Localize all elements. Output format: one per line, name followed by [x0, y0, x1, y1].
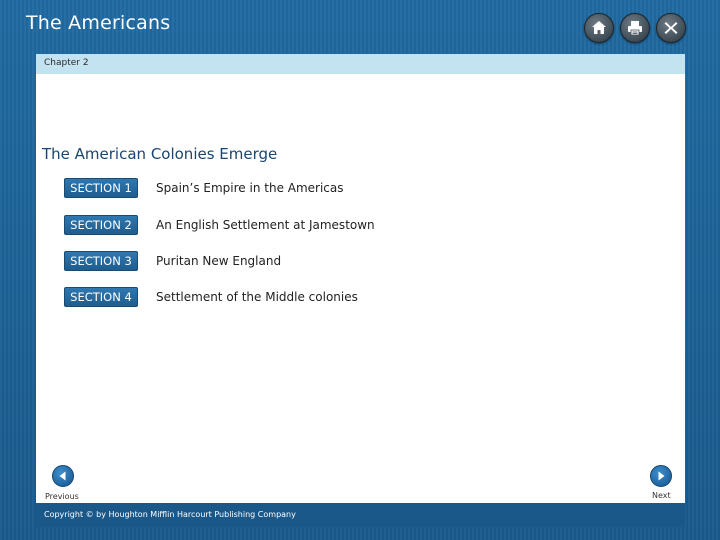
arrow-left-icon: [59, 471, 66, 481]
page-title: The American Colonies Emerge: [42, 145, 278, 163]
home-icon: [592, 21, 606, 34]
section-row-1: SECTION 1 Spain’s Empire in the Americas: [64, 178, 344, 198]
footer-bar: Copyright © by Houghton Mifflin Harcourt…: [36, 503, 685, 527]
section-3-button[interactable]: SECTION 3: [64, 251, 138, 271]
arrow-right-icon: [658, 471, 665, 481]
section-2-button[interactable]: SECTION 2: [64, 215, 138, 235]
section-2-title[interactable]: An English Settlement at Jamestown: [156, 218, 375, 232]
next-label[interactable]: Next: [652, 491, 671, 500]
next-button[interactable]: [650, 465, 672, 487]
content-panel: The American Colonies Emerge SECTION 1 S…: [36, 74, 685, 503]
chapter-bar: Chapter 2: [36, 54, 685, 74]
copyright-text: Copyright © by Houghton Mifflin Harcourt…: [44, 510, 296, 519]
section-4-button[interactable]: SECTION 4: [64, 287, 138, 307]
print-icon: [628, 21, 642, 36]
previous-button[interactable]: [52, 465, 74, 487]
section-row-2: SECTION 2 An English Settlement at James…: [64, 215, 375, 235]
section-row-3: SECTION 3 Puritan New England: [64, 251, 281, 271]
previous-label[interactable]: Previous: [45, 492, 79, 501]
close-button[interactable]: [656, 13, 686, 43]
section-row-4: SECTION 4 Settlement of the Middle colon…: [64, 287, 358, 307]
home-button[interactable]: [584, 13, 614, 43]
app-title: The Americans: [26, 12, 171, 34]
chapter-label: Chapter 2: [44, 58, 89, 68]
section-1-title[interactable]: Spain’s Empire in the Americas: [156, 181, 344, 195]
close-icon: [664, 22, 678, 34]
print-button[interactable]: [620, 13, 650, 43]
section-1-button[interactable]: SECTION 1: [64, 178, 138, 198]
section-3-title[interactable]: Puritan New England: [156, 254, 281, 268]
section-4-title[interactable]: Settlement of the Middle colonies: [156, 290, 358, 304]
